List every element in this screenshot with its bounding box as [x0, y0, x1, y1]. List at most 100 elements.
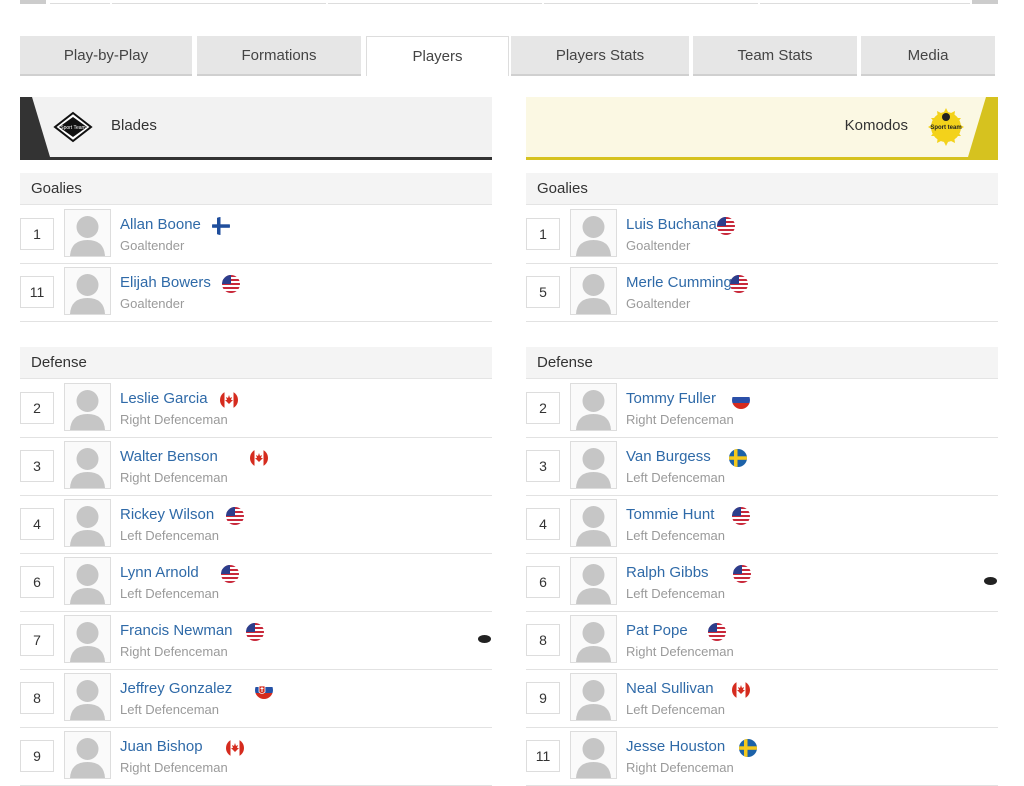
- player-position: Right Defenceman: [626, 644, 734, 659]
- player-row[interactable]: 1 Luis Buchanan Goaltender: [526, 205, 998, 264]
- player-avatar[interactable]: [570, 731, 617, 779]
- player-avatar[interactable]: [570, 383, 617, 431]
- player-row[interactable]: 9 Juan Bishop Right Defenceman: [20, 727, 492, 786]
- player-name-link[interactable]: Pat Pope: [626, 622, 688, 639]
- player-name-link[interactable]: Tommie Hunt: [626, 506, 714, 523]
- player-row[interactable]: 6 Lynn Arnold Left Defenceman: [20, 553, 492, 612]
- player-row[interactable]: 6 Ralph Gibbs Left Defenceman: [526, 553, 998, 612]
- player-number: 4: [20, 508, 54, 540]
- player-name-link[interactable]: Francis Newman: [120, 622, 233, 639]
- player-row[interactable]: 3 Van Burgess Left Defenceman: [526, 437, 998, 496]
- tab-team-stats[interactable]: Team Stats: [693, 36, 857, 76]
- canada-flag-icon: [220, 391, 238, 409]
- player-name-link[interactable]: Luis Buchanan: [626, 216, 725, 233]
- russia-flag-icon: [732, 391, 750, 409]
- player-avatar[interactable]: [64, 441, 111, 489]
- sweden-flag-icon: [739, 739, 757, 757]
- player-avatar[interactable]: [570, 267, 617, 315]
- player-avatar[interactable]: [64, 731, 111, 779]
- player-position: Right Defenceman: [120, 760, 228, 775]
- tab-formations[interactable]: Formations: [197, 36, 361, 76]
- player-row[interactable]: 3 Walter Benson Right Defenceman: [20, 437, 492, 496]
- player-row[interactable]: 7 Francis Newman Right Defenceman: [20, 611, 492, 670]
- home-goalies-heading: Goalies: [20, 173, 492, 205]
- player-avatar[interactable]: [64, 209, 111, 257]
- player-name-link[interactable]: Neal Sullivan: [626, 680, 714, 697]
- top-bar-segment: [328, 0, 542, 4]
- player-avatar[interactable]: [570, 209, 617, 257]
- usa-flag-icon: [733, 565, 751, 583]
- tab-play-by-play[interactable]: Play-by-Play: [20, 36, 192, 76]
- usa-flag-icon: [222, 275, 240, 293]
- player-name-link[interactable]: Leslie Garcia: [120, 390, 208, 407]
- player-position: Left Defenceman: [626, 586, 726, 601]
- player-avatar[interactable]: [64, 499, 111, 547]
- top-bar-segment: [760, 0, 970, 4]
- home-defense-heading: Defense: [20, 347, 492, 379]
- player-name-link[interactable]: Jesse Houston: [626, 738, 725, 755]
- player-name-link[interactable]: Van Burgess: [626, 448, 711, 465]
- player-name-link[interactable]: Rickey Wilson: [120, 506, 214, 523]
- away-team-logo: Sport team: [928, 108, 964, 146]
- player-row[interactable]: 11 Jesse Houston Right Defenceman: [526, 727, 998, 786]
- player-number: 9: [20, 740, 54, 772]
- player-position: Left Defenceman: [120, 528, 220, 543]
- tab-players[interactable]: Players: [366, 36, 509, 76]
- player-number: 11: [526, 740, 560, 772]
- player-avatar[interactable]: [64, 557, 111, 605]
- usa-flag-icon: [732, 507, 750, 525]
- player-name-link[interactable]: Jeffrey Gonzalez: [120, 680, 232, 697]
- player-number: 1: [526, 218, 560, 250]
- player-avatar[interactable]: [64, 615, 111, 663]
- player-name-link[interactable]: Allan Boone: [120, 216, 201, 233]
- tab-players-stats[interactable]: Players Stats: [511, 36, 689, 76]
- player-number: 5: [526, 276, 560, 308]
- player-number: 6: [20, 566, 54, 598]
- player-name-link[interactable]: Ralph Gibbs: [626, 564, 709, 581]
- canada-flag-icon: [250, 449, 268, 467]
- player-number: 6: [526, 566, 560, 598]
- player-row[interactable]: 5 Merle Cummings Goaltender: [526, 263, 998, 322]
- home-team-name: Blades: [111, 117, 157, 134]
- usa-flag-icon: [717, 217, 735, 235]
- player-row[interactable]: 11 Elijah Bowers Goaltender: [20, 263, 492, 322]
- away-accent-stripe: [968, 97, 998, 157]
- home-team-header: Sport Team Blades: [20, 97, 492, 160]
- player-name-link[interactable]: Tommy Fuller: [626, 390, 716, 407]
- player-avatar[interactable]: [64, 383, 111, 431]
- player-avatar[interactable]: [570, 499, 617, 547]
- top-bar-right-cap: [972, 0, 998, 4]
- player-row[interactable]: 2 Leslie Garcia Right Defenceman: [20, 379, 492, 438]
- usa-flag-icon: [246, 623, 264, 641]
- away-team-header: Komodos Sport team: [526, 97, 998, 160]
- player-avatar[interactable]: [570, 441, 617, 489]
- player-row[interactable]: 9 Neal Sullivan Left Defenceman: [526, 669, 998, 728]
- player-number: 3: [526, 450, 560, 482]
- player-avatar[interactable]: [64, 673, 111, 721]
- player-row[interactable]: 4 Rickey Wilson Left Defenceman: [20, 495, 492, 554]
- player-name-link[interactable]: Elijah Bowers: [120, 274, 211, 291]
- top-bar-left-cap: [20, 0, 46, 4]
- player-name-link[interactable]: Juan Bishop: [120, 738, 203, 755]
- player-name-link[interactable]: Merle Cummings: [626, 274, 739, 291]
- home-accent-stripe: [20, 97, 50, 157]
- player-number: 2: [20, 392, 54, 424]
- player-name-link[interactable]: Walter Benson: [120, 448, 218, 465]
- player-row[interactable]: 2 Tommy Fuller Right Defenceman: [526, 379, 998, 438]
- tab-media[interactable]: Media: [861, 36, 995, 76]
- player-number: 8: [20, 682, 54, 714]
- player-avatar[interactable]: [570, 673, 617, 721]
- player-avatar[interactable]: [570, 557, 617, 605]
- slovakia-flag-icon: [255, 681, 273, 699]
- player-row[interactable]: 8 Pat Pope Right Defenceman: [526, 611, 998, 670]
- player-row[interactable]: 8 Jeffrey Gonzalez Left Defenceman: [20, 669, 492, 728]
- sweden-flag-icon: [729, 449, 747, 467]
- player-avatar[interactable]: [570, 615, 617, 663]
- player-row[interactable]: 1 Allan Boone Goaltender: [20, 205, 492, 264]
- player-avatar[interactable]: [64, 267, 111, 315]
- svg-text:Sport Team: Sport Team: [60, 125, 85, 131]
- player-row[interactable]: 4 Tommie Hunt Left Defenceman: [526, 495, 998, 554]
- svg-text:Sport team: Sport team: [930, 125, 961, 131]
- player-number: 8: [526, 624, 560, 656]
- player-name-link[interactable]: Lynn Arnold: [120, 564, 199, 581]
